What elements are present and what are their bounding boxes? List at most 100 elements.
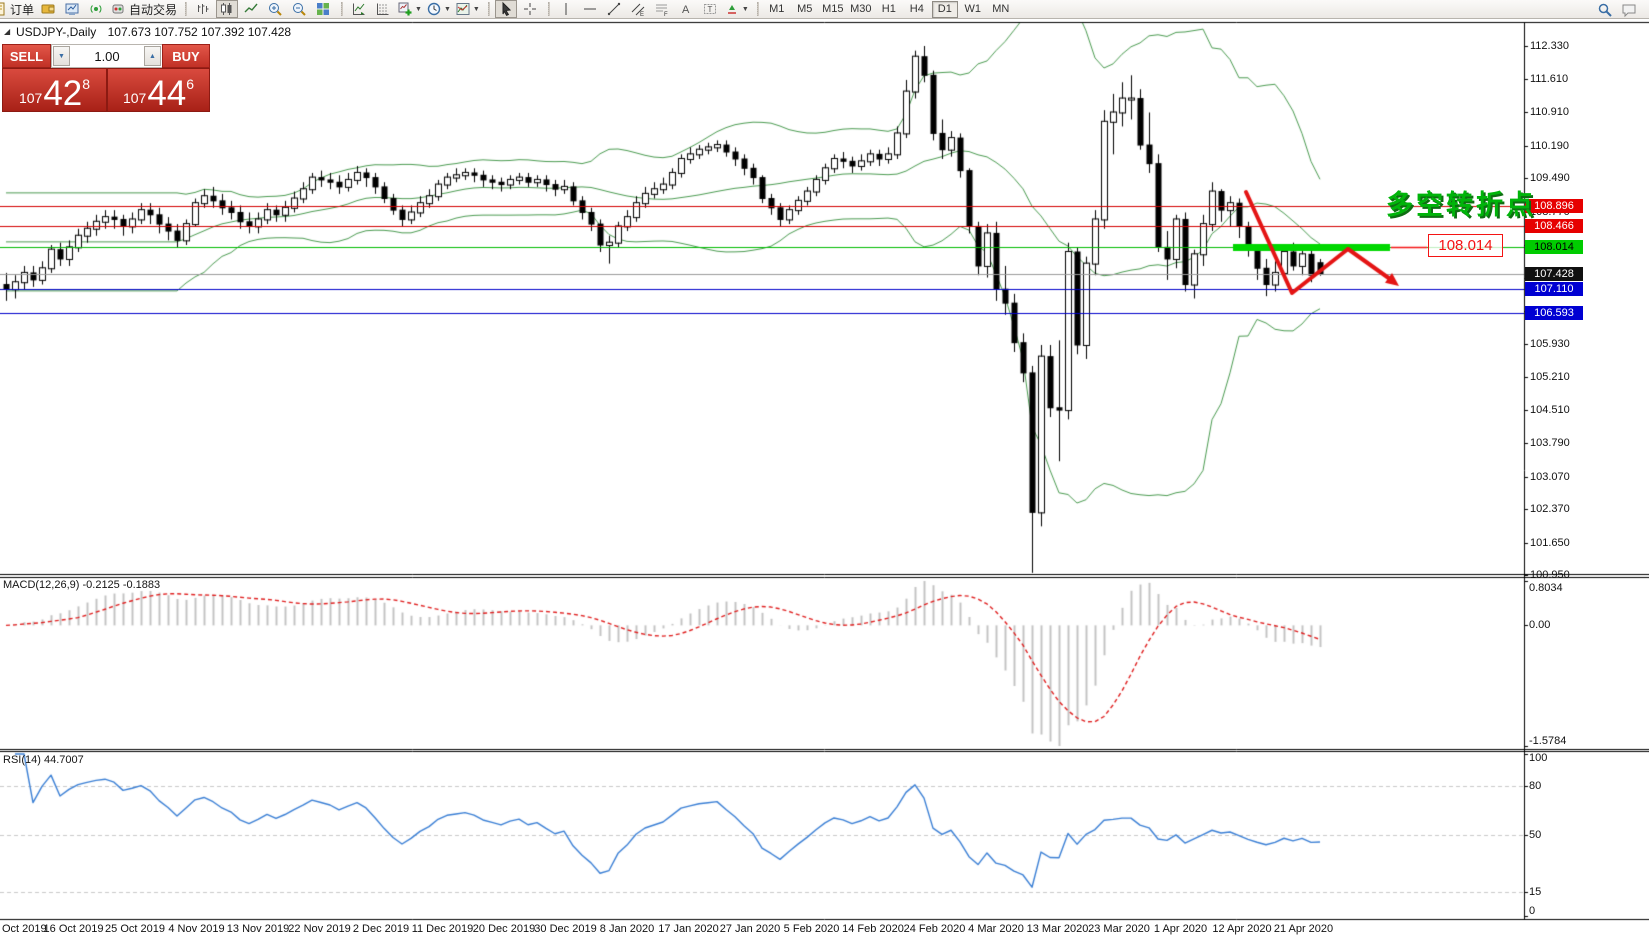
buy-price-pips: 44 [147, 78, 186, 110]
date-axis-label: 23 Mar 2020 [1088, 923, 1150, 935]
text-label-button[interactable]: T [699, 0, 721, 18]
date-axis-label: 4 Nov 2019 [168, 923, 224, 935]
indicator-window-button[interactable] [348, 0, 370, 18]
rsi-indicator-label: RSI(14) 44.7007 [3, 754, 84, 766]
date-axis-label: 16 Oct 2019 [44, 923, 104, 935]
vertical-line-button[interactable] [555, 0, 577, 18]
timeframe-d1-button[interactable]: D1 [932, 1, 958, 18]
toolbar-separator [185, 2, 187, 16]
macd-name: MACD(12,26,9) [3, 579, 79, 591]
volume-increase-button[interactable]: ▲ [144, 46, 161, 66]
timeframe-mn-button[interactable]: MN [988, 1, 1014, 18]
sell-price-pips: 42 [43, 78, 82, 110]
tile-windows-button[interactable] [312, 0, 334, 18]
vertical-line-icon [558, 1, 574, 17]
crosshair-button[interactable] [519, 0, 541, 18]
chart-canvas[interactable] [0, 0, 1649, 941]
date-axis-label: 25 Oct 2019 [105, 923, 165, 935]
toolbar-separator [757, 2, 759, 16]
toolbar-separator [341, 2, 343, 16]
chart-title: USDJPY-,Daily 107.673 107.752 107.392 10… [16, 25, 291, 39]
timeframe-h4-button[interactable]: H4 [904, 1, 930, 18]
zoom-out-icon [291, 1, 307, 17]
buy-price-figure: 107 [123, 90, 146, 106]
macd-axis-label: 0.8034 [1529, 582, 1563, 594]
bar-chart-button[interactable] [192, 0, 214, 18]
price-tag: 107.110 [1525, 282, 1583, 296]
dropdown-caret-icon: ▼ [742, 6, 749, 13]
macd-values: -0.2125 -0.1883 [82, 579, 160, 591]
timeframe-m30-button[interactable]: M30 [848, 1, 874, 18]
macd-indicator-label: MACD(12,26,9) -0.2125 -0.1883 [3, 579, 160, 591]
toolbar: 订单自动交易▼▼▼EFAT▼M1M5M15M30H1H4D1W1MN [0, 0, 1649, 19]
tile-windows-icon [315, 1, 331, 17]
cursor-icon [498, 1, 514, 17]
text-icon: A [678, 1, 694, 17]
date-axis-label: 13 Nov 2019 [227, 923, 289, 935]
volume-value[interactable]: 1.00 [71, 49, 143, 64]
auto-trading-button[interactable]: 自动交易 [109, 0, 178, 18]
broadcast-button[interactable] [85, 0, 107, 18]
volume-input[interactable]: ▼ 1.00 ▲ [51, 44, 163, 68]
rsi-name: RSI(14) [3, 754, 41, 766]
wallet-icon [40, 1, 56, 17]
add-indicator-icon [397, 1, 413, 17]
date-axis-label: 21 Apr 2020 [1274, 923, 1333, 935]
y-axis-tick-label: 110.190 [1530, 140, 1569, 152]
text-button[interactable]: A [675, 0, 697, 18]
arrows-button[interactable]: ▼ [723, 0, 750, 18]
date-axis-label: 1 Apr 2020 [1154, 923, 1207, 935]
templates-button[interactable]: ▼ [454, 0, 481, 18]
timeframe-m15-button[interactable]: M15 [820, 1, 846, 18]
wallet-button[interactable] [37, 0, 59, 18]
y-axis-tick-label: 105.210 [1530, 371, 1570, 383]
cycles-button[interactable] [372, 0, 394, 18]
trendline-icon [606, 1, 622, 17]
chart-title-ohlc: 107.673 107.752 107.392 107.428 [108, 25, 292, 39]
y-axis-tick-label: 112.330 [1530, 40, 1569, 52]
fibonacci-icon: F [654, 1, 670, 17]
timeframe-h1-button[interactable]: H1 [876, 1, 902, 18]
sell-button[interactable]: SELL [2, 44, 51, 68]
cursor-button[interactable] [495, 0, 517, 18]
svg-text:E: E [640, 12, 644, 17]
zoom-in-icon [267, 1, 283, 17]
market-watch-button[interactable] [61, 0, 83, 18]
date-axis-label: 11 Dec 2019 [412, 923, 474, 935]
y-axis-tick-label: 103.070 [1530, 471, 1570, 483]
horizontal-line-button[interactable] [579, 0, 601, 18]
y-axis-tick-label: 110.910 [1530, 106, 1569, 118]
candlestick-button[interactable] [216, 0, 238, 18]
mt4-window: 订单自动交易▼▼▼EFAT▼M1M5M15M30H1H4D1W1MN ◢ USD… [0, 0, 1649, 941]
date-axis-label: 5 Feb 2020 [784, 923, 840, 935]
add-indicator-button[interactable]: ▼ [396, 0, 423, 18]
volume-decrease-button[interactable]: ▼ [53, 46, 70, 66]
date-axis-label: 2 Dec 2019 [353, 923, 409, 935]
chat-button[interactable] [1618, 1, 1640, 19]
zoom-in-button[interactable] [264, 0, 286, 18]
toolbar-right-icons [1593, 1, 1641, 19]
buy-price-button[interactable]: 107446 [107, 68, 210, 112]
trendline-button[interactable] [603, 0, 625, 18]
line-chart-button[interactable] [240, 0, 262, 18]
zoom-out-button[interactable] [288, 0, 310, 18]
timeframe-m5-button[interactable]: M5 [792, 1, 818, 18]
fibonacci-button[interactable]: F [651, 0, 673, 18]
arrows-icon [724, 1, 740, 17]
svg-text:F: F [664, 12, 668, 17]
buy-button[interactable]: BUY [162, 44, 210, 68]
dropdown-caret-icon: ▼ [473, 6, 480, 13]
periods-button[interactable]: ▼ [425, 0, 452, 18]
candlestick-icon [219, 1, 235, 17]
equidistant-channel-button[interactable]: E [627, 0, 649, 18]
sell-price-button[interactable]: 107428 [2, 68, 107, 112]
timeframe-w1-button[interactable]: W1 [960, 1, 986, 18]
timeframe-m1-button[interactable]: M1 [764, 1, 790, 18]
new-order-button[interactable]: 订单 [0, 0, 35, 18]
y-axis-tick-label: 103.790 [1530, 437, 1570, 449]
search-button[interactable] [1594, 1, 1616, 19]
rsi-axis-label: 80 [1529, 780, 1541, 792]
collapse-arrow-icon[interactable]: ◢ [4, 27, 10, 36]
macd-axis-label: -1.5784 [1529, 735, 1566, 747]
date-axis-label: 8 Jan 2020 [600, 923, 654, 935]
